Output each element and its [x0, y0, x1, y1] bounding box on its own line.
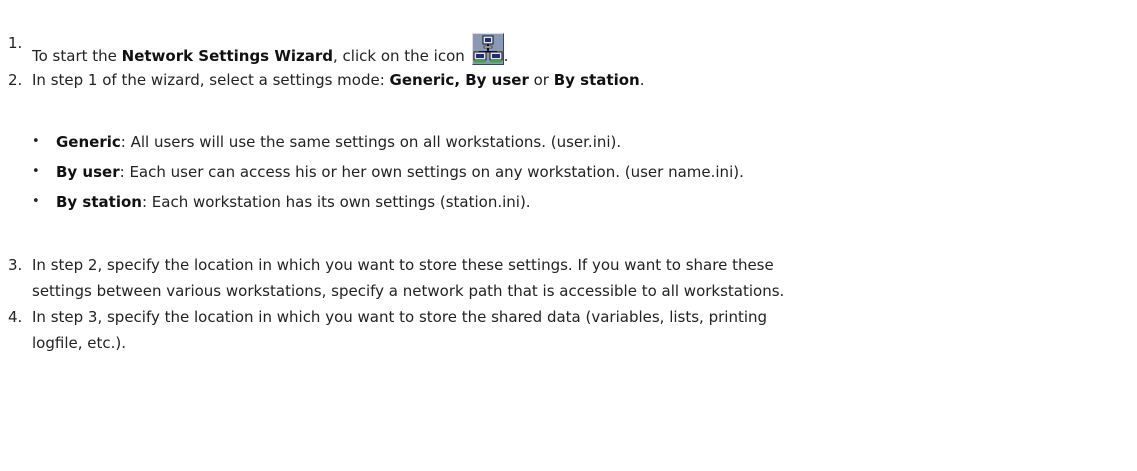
bullet-icon: •: [32, 134, 40, 149]
step-text: settings between various workstations, s…: [32, 282, 785, 300]
step-number: 2.: [8, 71, 23, 89]
bullet-icon: •: [32, 194, 40, 209]
step-number: 3.: [8, 256, 23, 274]
step-text: In step 2, specify the location in which…: [32, 256, 774, 274]
mode-description: By station: Each workstation has its own…: [56, 193, 531, 211]
mode-option-station: By station: [553, 71, 640, 89]
step-number: 1.: [8, 34, 23, 52]
wizard-name: Network Settings Wizard: [121, 47, 334, 65]
step-text: In step 3, specify the location in which…: [32, 308, 768, 326]
step-text: logfile, etc.).: [32, 334, 126, 352]
bullet-icon: •: [32, 164, 40, 179]
mode-description: By user: Each user can access his or her…: [56, 163, 744, 181]
mode-description: Generic: All users will use the same set…: [56, 133, 622, 151]
network-workstations-icon[interactable]: [471, 33, 504, 65]
step-text: To start the Network Settings Wizard, cl…: [32, 33, 508, 66]
mode-options: Generic, By user: [389, 71, 529, 89]
step-number: 4.: [8, 308, 23, 326]
step-text: In step 1 of the wizard, select a settin…: [32, 71, 645, 89]
